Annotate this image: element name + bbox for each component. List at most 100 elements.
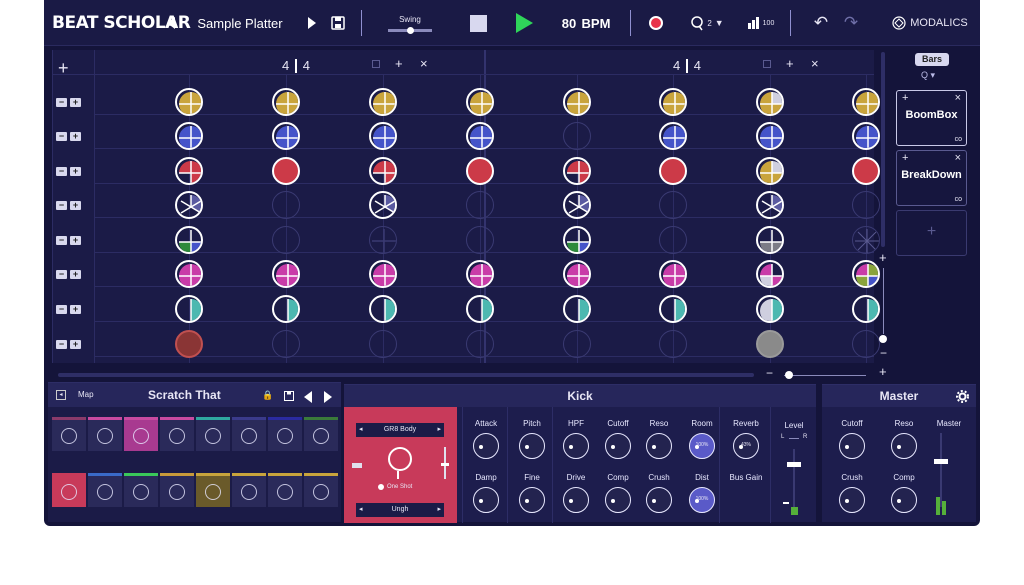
time-signature[interactable]: 44	[673, 58, 701, 73]
step-cell-empty[interactable]	[852, 226, 880, 254]
kit-save-icon[interactable]	[284, 391, 294, 401]
drum-pad[interactable]	[88, 473, 122, 507]
step-cell[interactable]	[659, 122, 687, 150]
zoom-slider[interactable]	[784, 375, 866, 376]
master-crush-knob[interactable]	[839, 487, 865, 513]
step-cell[interactable]	[852, 88, 880, 116]
step-cell[interactable]	[466, 88, 494, 116]
row-plus-button[interactable]: +	[70, 98, 81, 107]
collapse-icon[interactable]: ◂	[56, 390, 66, 400]
step-cell[interactable]	[369, 157, 397, 185]
row-zoom-out-button[interactable]: −	[880, 346, 887, 360]
step-cell[interactable]	[659, 88, 687, 116]
step-cell[interactable]	[369, 260, 397, 288]
pitch-knob[interactable]	[519, 433, 545, 459]
row-zoom-thumb[interactable]	[879, 335, 887, 343]
step-cell[interactable]	[175, 122, 203, 150]
swing-slider[interactable]	[388, 26, 432, 34]
next-pattern-button[interactable]	[306, 0, 318, 46]
add-row-button[interactable]: +	[58, 58, 69, 79]
kit-next-button[interactable]	[324, 391, 332, 403]
zoom-thumb[interactable]	[785, 371, 793, 379]
velocity-control[interactable]: 100	[744, 0, 778, 46]
card-close-button[interactable]: ×	[955, 152, 961, 164]
step-cell[interactable]	[563, 157, 591, 185]
drum-pad[interactable]	[160, 417, 194, 451]
step-cell[interactable]	[852, 157, 880, 185]
step-cell[interactable]	[369, 295, 397, 323]
copy-icon[interactable]	[372, 60, 380, 68]
row-plus-button[interactable]: +	[70, 340, 81, 349]
step-cell[interactable]	[852, 260, 880, 288]
row-plus-button[interactable]: +	[70, 201, 81, 210]
step-cell[interactable]	[369, 191, 397, 219]
reverb-knob[interactable]: 43%	[733, 433, 759, 459]
stop-button[interactable]	[468, 0, 488, 46]
step-cell[interactable]	[272, 260, 300, 288]
zoom-out-button[interactable]: −	[766, 366, 773, 380]
step-cell[interactable]	[659, 295, 687, 323]
remove-section-button[interactable]: ×	[811, 56, 819, 71]
drive-knob[interactable]	[563, 487, 589, 513]
master-cutoff-knob[interactable]	[839, 433, 865, 459]
step-cell[interactable]	[369, 122, 397, 150]
row-minus-button[interactable]: −	[56, 98, 67, 107]
drum-pad[interactable]	[52, 417, 86, 451]
level-thumb[interactable]	[787, 462, 801, 467]
step-cell[interactable]	[466, 122, 494, 150]
step-cell-empty[interactable]	[369, 226, 397, 254]
sample-top-select[interactable]: ◂ GR8 Body ▸	[356, 423, 444, 437]
step-cell[interactable]	[563, 260, 591, 288]
step-cell[interactable]	[563, 295, 591, 323]
master-reso-knob[interactable]	[891, 433, 917, 459]
row-plus-button[interactable]: +	[70, 305, 81, 314]
row-zoom-slider[interactable]	[883, 268, 884, 334]
row-plus-button[interactable]: +	[70, 270, 81, 279]
master-slider[interactable]	[940, 433, 942, 507]
step-cell-empty[interactable]	[272, 226, 300, 254]
step-cell[interactable]	[659, 157, 687, 185]
step-cell[interactable]	[756, 122, 784, 150]
drum-pad[interactable]	[268, 417, 302, 451]
step-cell[interactable]	[756, 260, 784, 288]
kit-name[interactable]: Scratch That	[148, 388, 221, 402]
add-beat-button[interactable]: +	[786, 56, 794, 71]
step-cell[interactable]	[756, 330, 784, 358]
play-button[interactable]	[514, 0, 534, 46]
horizontal-scrollbar[interactable]	[58, 373, 754, 377]
comp-knob[interactable]	[605, 487, 631, 513]
pitch-thumb[interactable]	[441, 463, 449, 466]
step-cell-empty[interactable]	[852, 191, 880, 219]
card-add-button[interactable]: +	[902, 152, 908, 164]
reso-knob[interactable]	[646, 433, 672, 459]
row-minus-button[interactable]: −	[56, 167, 67, 176]
bpm-value[interactable]: 80	[556, 0, 582, 46]
step-cell[interactable]	[175, 295, 203, 323]
redo-button[interactable]: ↷	[842, 0, 860, 46]
row-minus-button[interactable]: −	[56, 305, 67, 314]
step-cell[interactable]	[756, 295, 784, 323]
add-bar-card[interactable]: +	[896, 210, 967, 256]
row-minus-button[interactable]: −	[56, 236, 67, 245]
step-cell[interactable]	[466, 157, 494, 185]
step-cell-empty[interactable]	[563, 122, 591, 150]
step-cell[interactable]	[756, 88, 784, 116]
step-cell[interactable]	[756, 226, 784, 254]
dist-knob[interactable]: 100%	[689, 487, 715, 513]
step-cell[interactable]	[175, 157, 203, 185]
swing-thumb[interactable]	[407, 26, 414, 34]
drum-pad[interactable]	[124, 417, 158, 451]
pan-slider[interactable]	[789, 438, 799, 439]
step-cell[interactable]	[466, 295, 494, 323]
step-cell[interactable]	[659, 260, 687, 288]
step-cell[interactable]	[756, 157, 784, 185]
step-cell[interactable]	[175, 226, 203, 254]
time-signature[interactable]: 44	[282, 58, 310, 73]
master-comp-knob[interactable]	[891, 487, 917, 513]
map-button[interactable]: Map	[78, 390, 94, 399]
step-cell[interactable]	[175, 330, 203, 358]
drum-pad[interactable]	[196, 473, 230, 507]
drum-pad[interactable]	[88, 417, 122, 451]
one-shot-toggle[interactable]: One Shot	[378, 484, 412, 490]
step-cell-empty[interactable]	[659, 330, 687, 358]
